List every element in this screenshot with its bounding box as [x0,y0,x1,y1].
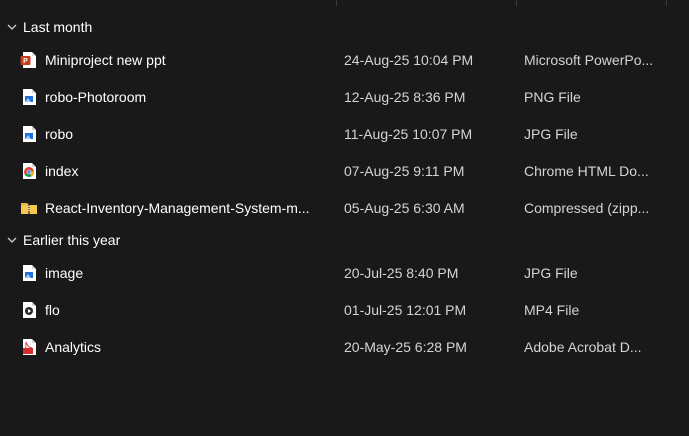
file-date-modified: 24-Aug-25 10:04 PM [344,52,474,68]
file-row[interactable]: React-Inventory-Management-System-m... 0… [0,191,689,225]
zip-folder-icon [21,203,37,214]
file-date-modified: 11-Aug-25 10:07 PM [344,126,473,142]
file-date-modified: 20-May-25 6:28 PM [344,339,467,355]
file-date-modified: 07-Aug-25 9:11 PM [344,163,465,179]
group-label: Earlier this year [23,232,121,248]
file-name: robo-Photoroom [45,89,147,105]
file-name: index [45,163,79,179]
image-file-icon [23,126,36,142]
file-row[interactable]: image 20-Jul-25 8:40 PM JPG File [0,256,689,290]
file-row[interactable]: robo-Photoroom 12-Aug-25 8:36 PM PNG Fil… [0,80,689,114]
file-type: Chrome HTML Do... [524,163,649,179]
pdf-file-icon [23,339,36,355]
group-header-last-month[interactable]: Last month [0,14,689,40]
file-type: PNG File [524,89,581,105]
file-row[interactable]: Analytics 20-May-25 6:28 PM Adobe Acroba… [0,330,689,364]
video-file-icon [23,302,36,318]
image-file-icon [23,89,36,105]
column-separator[interactable] [336,0,337,6]
file-type: JPG File [524,126,578,142]
file-name: flo [45,302,60,318]
chrome-html-file-icon [23,163,36,179]
file-date-modified: 20-Jul-25 8:40 PM [344,265,459,281]
chevron-down-icon [7,237,17,243]
group-header-earlier-this-year[interactable]: Earlier this year [0,227,689,253]
file-type: Adobe Acrobat D... [524,339,642,355]
file-name: Analytics [45,339,102,355]
column-separator[interactable] [666,0,667,6]
file-type: JPG File [524,265,578,281]
file-type: Compressed (zipp... [524,200,650,216]
file-date-modified: 12-Aug-25 8:36 PM [344,89,466,105]
file-type: MP4 File [524,302,580,318]
file-name: robo [45,126,74,142]
file-row[interactable]: index 07-Aug-25 9:11 PM Chrome HTML Do..… [0,154,689,188]
file-explorer-details-view: Last month P Miniproject new ppt 24-Aug-… [0,0,689,436]
file-row[interactable]: robo 11-Aug-25 10:07 PM JPG File [0,117,689,151]
file-row[interactable]: flo 01-Jul-25 12:01 PM MP4 File [0,293,689,327]
file-name: React-Inventory-Management-System-m... [45,200,310,216]
group-label: Last month [23,19,93,35]
file-type: Microsoft PowerPo... [524,52,654,68]
column-separator[interactable] [516,0,517,6]
image-file-icon [23,265,36,281]
file-date-modified: 05-Aug-25 6:30 AM [344,200,465,216]
file-row[interactable]: P Miniproject new ppt 24-Aug-25 10:04 PM… [0,43,689,77]
svg-text:P: P [23,58,28,65]
file-date-modified: 01-Jul-25 12:01 PM [344,302,467,318]
powerpoint-file-icon: P [20,52,36,68]
file-name: image [45,265,84,281]
chevron-down-icon [7,24,17,30]
file-name: Miniproject new ppt [45,52,166,68]
